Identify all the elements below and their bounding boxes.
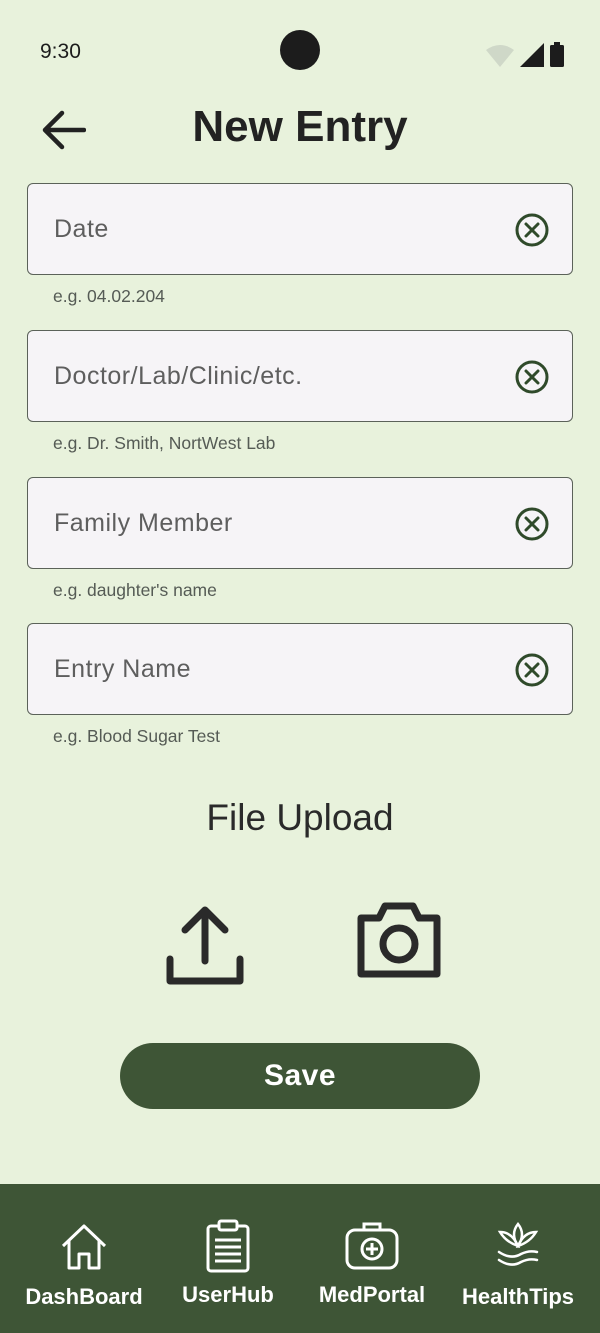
nav-item-userhub[interactable]: UserHub xyxy=(168,1184,288,1333)
upload-icon[interactable] xyxy=(163,903,247,987)
provider-field-group: e.g. Dr. Smith, NortWest Lab xyxy=(27,330,573,454)
provider-input[interactable] xyxy=(54,356,494,396)
family-member-input[interactable] xyxy=(54,503,494,543)
date-field xyxy=(27,183,573,275)
entry-name-helper-text: e.g. Blood Sugar Test xyxy=(53,726,221,746)
date-helper-text: e.g. 04.02.204 xyxy=(53,286,165,306)
battery-icon xyxy=(550,42,564,67)
camera-cutout xyxy=(280,30,320,70)
nav-item-medportal[interactable]: MedPortal xyxy=(308,1184,436,1333)
entry-name-field xyxy=(27,623,573,715)
camera-icon[interactable] xyxy=(355,900,443,980)
nav-item-dashboard[interactable]: DashBoard xyxy=(20,1184,148,1333)
provider-field xyxy=(27,330,573,422)
page-title: New Entry xyxy=(192,102,408,151)
signal-icon xyxy=(520,43,544,67)
medical-kit-icon xyxy=(345,1222,399,1270)
entry-name-input[interactable] xyxy=(54,649,494,689)
entry-name-field-group: e.g. Blood Sugar Test xyxy=(27,623,573,747)
clear-provider-icon[interactable] xyxy=(514,359,550,395)
clear-family-member-icon[interactable] xyxy=(514,506,550,542)
provider-helper-text: e.g. Dr. Smith, NortWest Lab xyxy=(53,433,276,453)
bottom-nav: DashBoard UserHub MedPortal HealthTips xyxy=(0,1184,600,1333)
status-icons xyxy=(486,42,564,67)
lotus-icon xyxy=(497,1221,539,1266)
family-member-field-group: e.g. daughter's name xyxy=(27,477,573,601)
status-time: 9:30 xyxy=(40,40,81,63)
nav-label-medportal: MedPortal xyxy=(318,1282,426,1307)
date-field-group: e.g. 04.02.204 xyxy=(27,183,573,307)
clipboard-icon xyxy=(206,1219,250,1273)
wifi-icon xyxy=(486,45,514,67)
nav-label-dashboard: DashBoard xyxy=(25,1284,143,1309)
date-input[interactable] xyxy=(54,209,494,249)
app-header: New Entry xyxy=(0,98,600,162)
family-member-field xyxy=(27,477,573,569)
nav-label-healthtips: HealthTips xyxy=(461,1284,575,1309)
nav-item-healthtips[interactable]: HealthTips xyxy=(456,1184,580,1333)
clear-date-icon[interactable] xyxy=(514,212,550,248)
family-member-helper-text: e.g. daughter's name xyxy=(53,580,217,600)
status-bar: 9:30 xyxy=(0,0,600,105)
file-upload-title: File Upload xyxy=(206,797,394,838)
nav-label-userhub: UserHub xyxy=(182,1282,274,1307)
clear-entry-name-icon[interactable] xyxy=(514,652,550,688)
save-button[interactable]: Save xyxy=(120,1043,480,1109)
home-icon xyxy=(61,1224,107,1270)
